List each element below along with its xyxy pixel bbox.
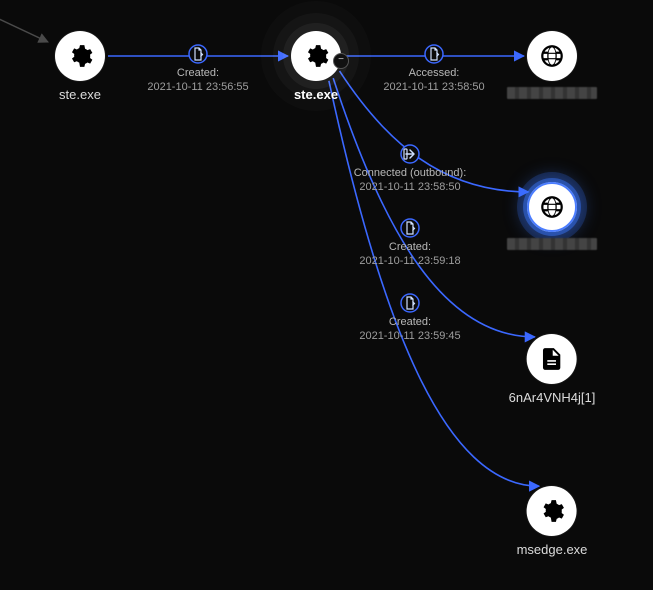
edge-badge-icon: [401, 145, 419, 163]
graph-node-net_2[interactable]: [507, 182, 597, 250]
node-label: [507, 238, 597, 250]
graph-edge: [329, 81, 539, 486]
graph-node-net_1[interactable]: [507, 31, 597, 99]
edge-timestamp: 2021-10-11 23:58:50: [354, 180, 467, 194]
graph-node-proc_parent[interactable]: ste.exe: [55, 31, 105, 102]
edge-badge-icon: [401, 219, 419, 237]
file-icon: [527, 334, 577, 384]
node-label: ste.exe: [294, 87, 338, 102]
node-label: ste.exe: [59, 87, 101, 102]
edge-badge-icon: [425, 45, 443, 63]
edge-action: Created:: [359, 315, 460, 329]
incoming-edge-stub: [0, 10, 48, 42]
graph-canvas[interactable]: ste.exeste.exe−6nAr4VNH4j[1]msedge.exe C…: [0, 0, 653, 590]
node-label: 6nAr4VNH4j[1]: [509, 390, 596, 405]
edge-label: Connected (outbound):2021-10-11 23:58:50: [354, 166, 467, 194]
edge-action: Accessed:: [383, 66, 484, 80]
node-label: [507, 87, 597, 99]
node-label: msedge.exe: [517, 542, 588, 557]
graph-node-file_1[interactable]: 6nAr4VNH4j[1]: [509, 334, 596, 405]
gear-icon: [55, 31, 105, 81]
edge-timestamp: 2021-10-11 23:59:18: [359, 254, 460, 268]
graph-node-proc_edge[interactable]: msedge.exe: [517, 486, 588, 557]
edge-timestamp: 2021-10-11 23:56:55: [147, 80, 248, 94]
graph-edge: [340, 71, 529, 192]
globe-icon: [527, 31, 577, 81]
collapse-toggle[interactable]: −: [333, 53, 349, 69]
edge-badge-icon: [401, 294, 419, 312]
edge-timestamp: 2021-10-11 23:58:50: [383, 80, 484, 94]
edge-label: Created:2021-10-11 23:56:55: [147, 66, 248, 94]
gear-icon: [527, 486, 577, 536]
edge-action: Connected (outbound):: [354, 166, 467, 180]
globe-icon: [527, 182, 577, 232]
edge-action: Created:: [359, 240, 460, 254]
graph-edge: [333, 78, 535, 337]
edge-action: Created:: [147, 66, 248, 80]
graph-node-proc_main[interactable]: ste.exe−: [291, 31, 341, 102]
edge-timestamp: 2021-10-11 23:59:45: [359, 329, 460, 343]
edge-label: Accessed:2021-10-11 23:58:50: [383, 66, 484, 94]
edge-badge-icon: [189, 45, 207, 63]
edge-label: Created:2021-10-11 23:59:45: [359, 315, 460, 343]
edge-label: Created:2021-10-11 23:59:18: [359, 240, 460, 268]
